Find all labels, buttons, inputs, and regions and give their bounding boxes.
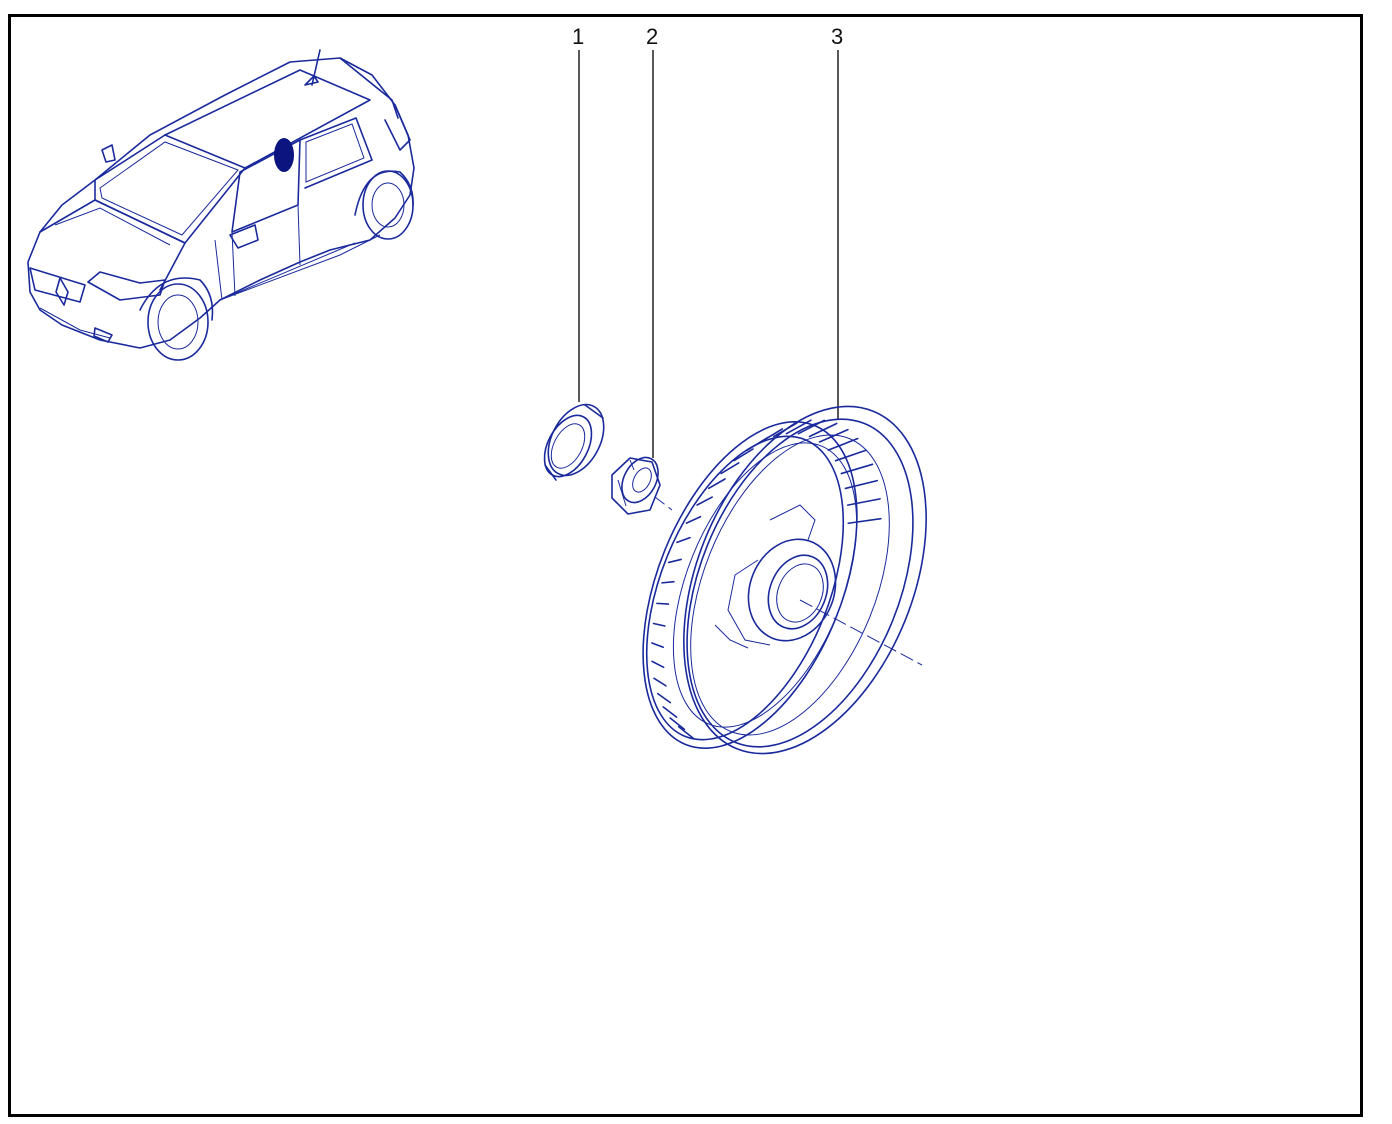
drum-fin: [840, 463, 874, 475]
callout-3: 3: [831, 24, 843, 420]
drum-fin: [676, 536, 691, 544]
drum-fin: [653, 677, 667, 687]
drum-cooling-fins: [651, 419, 882, 740]
part-hub-nut: [611, 456, 673, 515]
callout-label-3: 3: [831, 24, 843, 49]
drum-fin: [662, 706, 678, 718]
drum-fin: [661, 580, 675, 584]
callout-1: 1: [572, 24, 584, 402]
drum-fin: [651, 660, 665, 669]
callout-label-1: 1: [572, 24, 584, 49]
exploded-view-diagram: 1 2 3: [27, 24, 927, 755]
drum-fin: [685, 515, 702, 524]
drum-fin: [667, 558, 682, 564]
drum-fin: [652, 622, 666, 627]
callout-2: 2: [646, 24, 658, 458]
callout-label-2: 2: [646, 24, 658, 49]
drum-fin: [651, 642, 665, 649]
part-cap: [543, 403, 605, 481]
drum-fin: [847, 517, 882, 525]
drum-fin: [846, 498, 881, 506]
drum-fin: [733, 448, 754, 462]
car-locator-illustration: [27, 49, 415, 361]
drum-fin: [844, 479, 879, 490]
drum-fin: [834, 449, 867, 462]
drum-fin: [707, 478, 726, 490]
drum-fin: [656, 602, 670, 605]
drum-fin: [656, 692, 672, 704]
part-brake-drum: [642, 405, 927, 755]
